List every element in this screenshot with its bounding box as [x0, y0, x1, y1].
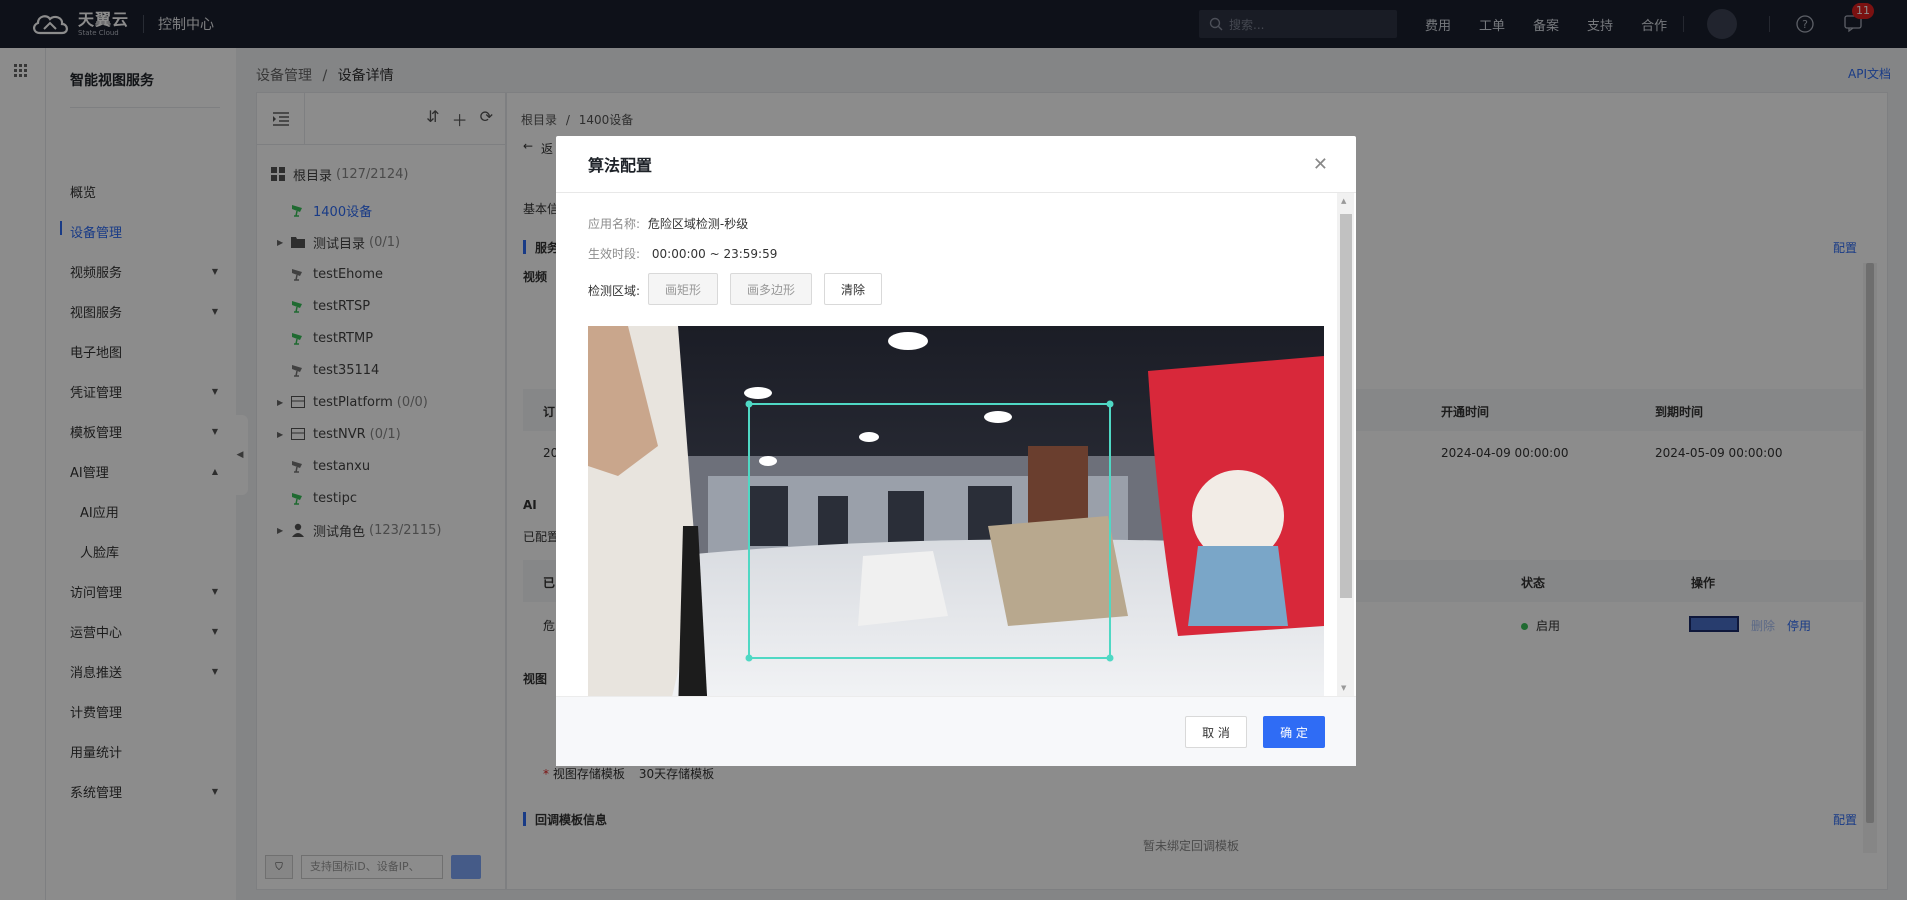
app-name-value: 危险区域检测-秒级: [647, 217, 749, 231]
app-name-label: 应用名称:: [588, 217, 641, 231]
clear-region-button[interactable]: 清除: [824, 273, 882, 305]
scroll-down-icon[interactable]: ▼: [1341, 684, 1346, 692]
app-name-field: 应用名称: 危险区域检测-秒级: [588, 215, 748, 232]
dialog-title: 算法配置: [588, 156, 653, 175]
camera-snapshot[interactable]: [588, 326, 1324, 696]
confirm-button[interactable]: 确 定: [1263, 716, 1325, 748]
dialog-header: 算法配置 ✕: [556, 136, 1356, 193]
dialog-scrollbar-thumb[interactable]: [1340, 214, 1352, 598]
dialog-footer: 取 消 确 定: [556, 696, 1356, 766]
time-value: 00:00:00 ~ 23:59:59: [651, 247, 778, 261]
draw-polygon-button[interactable]: 画多边形: [730, 273, 812, 305]
scroll-up-icon[interactable]: ▲: [1341, 197, 1346, 205]
cancel-button[interactable]: 取 消: [1185, 716, 1247, 748]
time-label: 生效时段:: [588, 247, 641, 261]
close-icon[interactable]: ✕: [1313, 154, 1328, 175]
draw-rect-button[interactable]: 画矩形: [648, 273, 718, 305]
dialog-body: 应用名称: 危险区域检测-秒级 生效时段: 00:00:00 ~ 23:59:5…: [556, 193, 1356, 696]
algorithm-config-dialog: 算法配置 ✕ 应用名称: 危险区域检测-秒级 生效时段: 00:00:00 ~ …: [556, 136, 1356, 766]
region-label: 检测区域:: [588, 284, 641, 298]
time-field: 生效时段: 00:00:00 ~ 23:59:59: [588, 245, 777, 262]
